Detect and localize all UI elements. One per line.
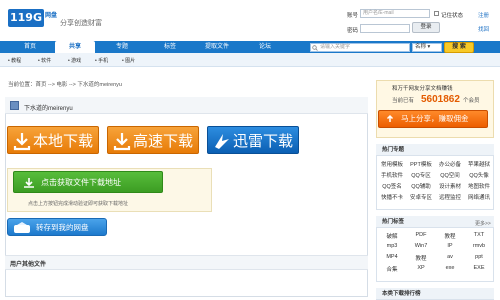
password-label: 密码 xyxy=(347,28,359,34)
hot-topic-item[interactable]: QQ空间 xyxy=(436,171,464,179)
fast-download-button[interactable]: 高速下载 xyxy=(107,126,199,154)
hot-topic-item[interactable]: PPT模板 xyxy=(407,160,435,168)
xunlei-download-button[interactable]: 迅雷下载 xyxy=(207,126,299,154)
promo-title: 和万千网友分享文档赚钱 xyxy=(392,86,453,92)
hot-topic-item[interactable]: 地图软件 xyxy=(465,182,493,190)
download-icon xyxy=(13,133,31,151)
nav-extract[interactable]: 提取文件 xyxy=(197,41,237,53)
download-icon xyxy=(113,133,131,151)
account-input[interactable]: 用户名/E-mail xyxy=(360,9,430,18)
hot-topics-title: 热门专题 xyxy=(376,144,494,156)
member-count: 5601862 xyxy=(421,94,460,105)
nav-topics[interactable]: 专题 xyxy=(102,41,142,53)
subnav-software[interactable]: • 软件 xyxy=(38,57,51,64)
password-input[interactable] xyxy=(360,24,410,33)
hot-tag-item[interactable]: MP4 xyxy=(378,254,406,260)
xunlei-bird-icon xyxy=(215,134,229,149)
login-button[interactable]: 登录 xyxy=(412,22,440,33)
subnav-tutorial[interactable]: • 教程 xyxy=(8,57,21,64)
nav-forum[interactable]: 论坛 xyxy=(245,41,285,53)
ranking-title: 本类下载排行榜 xyxy=(376,288,494,300)
download-arrow-icon xyxy=(24,178,34,188)
hot-topic-item[interactable]: 设计素材 xyxy=(436,182,464,190)
remember-label: 记住状态 xyxy=(441,13,464,19)
hot-tag-item[interactable]: 破解 xyxy=(378,232,406,240)
upload-icon xyxy=(386,114,394,122)
file-icon xyxy=(10,101,19,110)
forgot-password-link[interactable]: 找回 xyxy=(478,25,489,33)
hot-topic-item[interactable]: QQ专区 xyxy=(407,171,435,179)
subnav-mobile[interactable]: • 手机 xyxy=(95,57,108,64)
site-slogan: 分享创造财富 xyxy=(60,20,102,27)
hot-tag-item[interactable]: 合集 xyxy=(378,265,406,273)
hot-topic-item[interactable]: QQ头像 xyxy=(465,171,493,179)
search-type-select[interactable]: 名称 ▾ xyxy=(412,43,442,52)
register-link[interactable]: 注册 xyxy=(478,11,489,19)
hot-tags-more-link[interactable]: 更多>> xyxy=(475,220,491,227)
subnav-games[interactable]: • 游戏 xyxy=(68,57,81,64)
hot-topic-item[interactable]: 远程监控 xyxy=(436,193,464,201)
file-title: 下水道的meirenyu xyxy=(24,106,73,112)
member-count-label: 当前已有 xyxy=(392,98,415,104)
hot-tag-item[interactable]: exe xyxy=(436,265,464,271)
hot-topic-item[interactable]: QQ辅助 xyxy=(407,182,435,190)
sub-nav: • 教程 • 软件 • 游戏 • 手机 • 图片 xyxy=(0,53,500,67)
breadcrumb: 当前位置：首页 --> 电影 --> 下水道的meirenyu xyxy=(8,82,122,88)
hot-topic-item[interactable]: 快播不卡 xyxy=(378,193,406,201)
search-icon xyxy=(312,45,318,51)
hot-tag-item[interactable]: Win7 xyxy=(407,243,435,249)
hot-topic-item[interactable]: QQ签名 xyxy=(378,182,406,190)
hot-tag-item[interactable]: rmvb xyxy=(465,243,493,249)
logo-subtitle: 网盘 xyxy=(45,13,58,19)
other-files-bar xyxy=(5,255,368,270)
hot-topic-item[interactable]: 常用模板 xyxy=(378,160,406,168)
search-input[interactable]: 请输入关键字 xyxy=(310,43,410,52)
hot-topic-item[interactable]: 手机软件 xyxy=(378,171,406,179)
save-to-cloud-button[interactable]: 转存到我的网盘 xyxy=(7,218,107,236)
get-address-button[interactable]: 点击获取文件下载地址 xyxy=(13,171,163,193)
hot-tag-item[interactable]: TXT xyxy=(465,232,493,238)
captcha-hint: 点击上方按钮完成滑动验证即可获取下载地址 xyxy=(28,201,129,207)
hot-tag-item[interactable]: PDF xyxy=(407,232,435,238)
share-now-button[interactable]: 马上分享，赚取佣金 xyxy=(378,110,488,128)
local-download-button[interactable]: 本地下载 xyxy=(7,126,99,154)
hot-tag-item[interactable]: ppt xyxy=(465,254,493,260)
member-count-unit: 个会员 xyxy=(463,98,480,104)
hot-tag-item[interactable]: EXE xyxy=(465,265,493,271)
cloud-icon xyxy=(14,222,30,233)
nav-tags[interactable]: 标签 xyxy=(150,41,190,53)
hot-topic-item[interactable]: 办公必备 xyxy=(436,160,464,168)
account-label: 账号 xyxy=(347,13,359,19)
remember-checkbox[interactable] xyxy=(434,11,439,16)
hot-tag-item[interactable]: IP xyxy=(436,243,464,249)
hot-topic-item[interactable]: 网络通讯 xyxy=(465,193,493,201)
other-files-title: 用户其他文件 xyxy=(10,262,47,268)
nav-share[interactable]: 共享 xyxy=(55,41,95,53)
hot-tag-item[interactable]: XP xyxy=(407,265,435,271)
hot-tag-item[interactable]: 教程 xyxy=(436,232,464,240)
hot-topic-item[interactable]: 安卓专区 xyxy=(407,193,435,201)
hot-topic-item[interactable]: 苹果越狱 xyxy=(465,160,493,168)
hot-tag-item[interactable]: 教程 xyxy=(407,254,435,262)
hot-tag-item[interactable]: mp3 xyxy=(378,243,406,249)
hot-tag-item[interactable]: av xyxy=(436,254,464,260)
search-button[interactable]: 搜 索 xyxy=(444,42,474,53)
subnav-images[interactable]: • 图片 xyxy=(122,57,135,64)
nav-home[interactable]: 首页 xyxy=(10,41,50,53)
site-logo[interactable]: 119G xyxy=(8,9,44,27)
